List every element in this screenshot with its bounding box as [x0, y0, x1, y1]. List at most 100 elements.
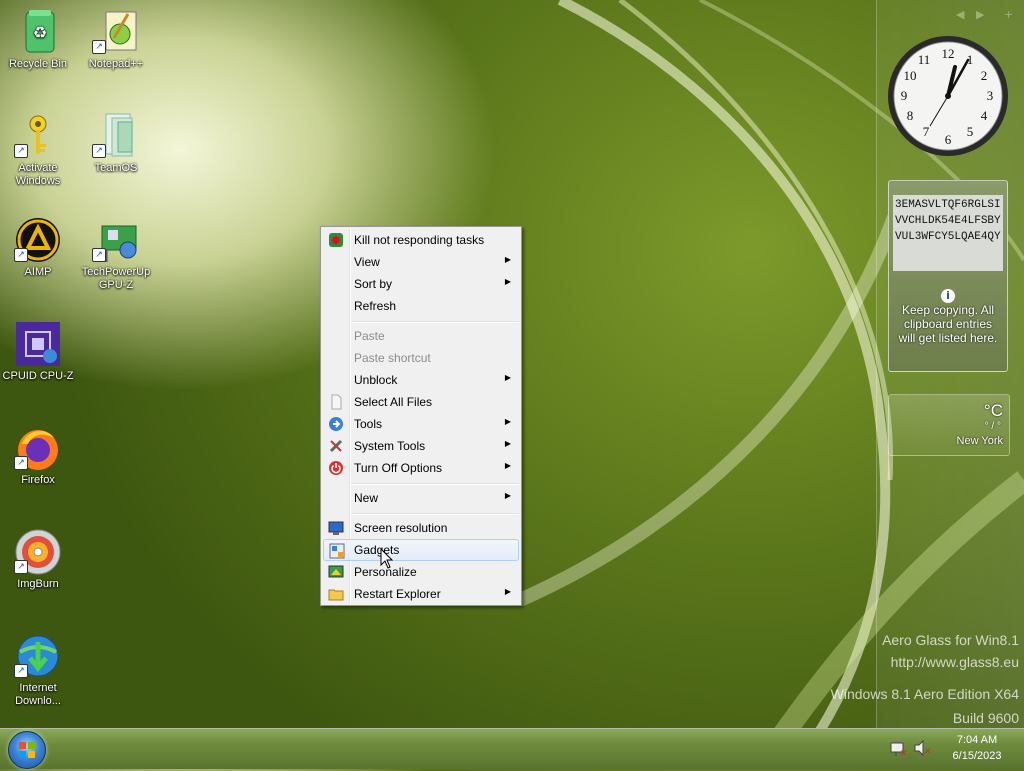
clock-time: 7:04 AM [956, 734, 998, 746]
taskbar [0, 728, 1024, 769]
desktop-icon-internet-download-manager[interactable]: ↗ Internet Downlo... [0, 632, 76, 708]
info-icon: i [941, 289, 955, 303]
submenu-arrow-icon: ▶ [504, 587, 511, 596]
desktop-icon-label: TechPowerUp GPU-Z [81, 266, 151, 291]
teamos-icon: ↗ [92, 112, 140, 160]
firefox-icon: ↗ [14, 424, 62, 472]
submenu-arrow-icon: ▶ [504, 277, 511, 286]
clock-gadget[interactable]: 12 1 2 345 678 9 10 11 [886, 34, 1010, 158]
svg-text:✕: ✕ [924, 746, 932, 756]
shortcut-arrow-icon: ↗ [14, 560, 28, 574]
desktop-icon-firefox[interactable]: ↗ Firefox [0, 424, 76, 487]
mouse-cursor-icon [380, 548, 394, 569]
personalize-icon [328, 564, 344, 580]
imgburn-icon: ↗ [14, 528, 62, 576]
tools-arrow-icon [328, 416, 344, 432]
shortcut-arrow-icon: ↗ [14, 248, 28, 262]
kill-task-icon [328, 232, 344, 248]
menu-item-paste-shortcut: Paste shortcut [354, 351, 431, 365]
sidebar-add-gadget-button[interactable]: + [1004, 8, 1013, 21]
desktop-icon-label: Recycle Bin [8, 58, 68, 70]
menu-item-unblock[interactable]: Unblock ▶ [323, 369, 519, 391]
svg-text:3: 3 [987, 88, 994, 103]
menu-item-view[interactable]: View ▶ [323, 251, 519, 273]
svg-text:✕: ✕ [900, 748, 908, 758]
clipboard-gadget[interactable]: 3EMASVLTQF6RGLSIVVCHLDK54E4LFSBYVUL3WFCY… [888, 180, 1008, 372]
volume-muted-icon[interactable]: ✕ [912, 728, 932, 768]
menu-item-turn-off-options[interactable]: Turn Off Options ▶ [323, 457, 519, 479]
folder-icon [328, 586, 344, 602]
taskbar-clock[interactable]: 7:04 AM 6/15/2023 [944, 728, 1010, 768]
watermark-line-2: http://www.glass8.eu [890, 654, 1019, 670]
menu-separator [351, 513, 519, 515]
menu-item-gadgets[interactable]: Gadgets [323, 539, 519, 561]
desktop-icon-cpu-z[interactable]: CPUID CPU-Z [0, 320, 76, 383]
aimp-icon: ↗ [14, 216, 62, 264]
internet-download-manager-icon: ↗ [14, 632, 62, 680]
desktop-context-menu: Kill not responding tasks View ▶ Sort by… [320, 226, 522, 606]
svg-text:8: 8 [907, 108, 914, 123]
network-icon[interactable]: ✕ [888, 728, 908, 768]
gadgets-icon [329, 543, 345, 559]
file-icon [328, 394, 344, 410]
weather-gadget[interactable]: °C ° / ° New York [888, 394, 1010, 456]
watermark-line-1: Aero Glass for Win8.1 [882, 632, 1019, 648]
menu-item-personalize[interactable]: Personalize [323, 561, 519, 583]
desktop-icon-label: CPUID CPU-Z [2, 370, 74, 382]
menu-item-system-tools[interactable]: System Tools ▶ [323, 435, 519, 457]
start-button[interactable] [8, 731, 46, 769]
shortcut-arrow-icon: ↗ [14, 456, 28, 470]
menu-item-select-all-files[interactable]: Select All Files [323, 391, 519, 413]
menu-item-new[interactable]: New ▶ [323, 487, 519, 509]
submenu-arrow-icon: ▶ [504, 417, 511, 426]
desktop-icon-label: ImgBurn [17, 578, 59, 590]
recycle-bin-icon: ♻ [14, 8, 62, 56]
cpu-z-icon [14, 320, 62, 368]
desktop-icon-recycle-bin[interactable]: ♻ Recycle Bin [0, 8, 76, 71]
desktop-icon-gpu-z[interactable]: ↗ TechPowerUp GPU-Z [78, 216, 154, 292]
desktop-icon-imgburn[interactable]: ↗ ImgBurn [0, 528, 76, 591]
svg-text:4: 4 [981, 108, 988, 123]
shortcut-arrow-icon: ↗ [14, 664, 28, 678]
svg-text:6: 6 [945, 132, 952, 147]
svg-text:11: 11 [918, 52, 931, 67]
watermark-line-4: Build 9600 [952, 710, 1019, 726]
svg-text:12: 12 [942, 46, 955, 61]
sidebar-next-button[interactable]: ▶ [976, 8, 984, 21]
desktop-icon-label: AIMP [24, 266, 52, 278]
menu-item-restart-explorer[interactable]: Restart Explorer ▶ [323, 583, 519, 605]
weather-unit: °C [983, 401, 1003, 420]
menu-item-sort-by[interactable]: Sort by ▶ [323, 273, 519, 295]
weather-city: New York [956, 435, 1003, 447]
desktop-icon-activate-windows[interactable]: ↗ Activate Windows [0, 112, 76, 188]
desktop-icon-label: Notepad++ [88, 58, 144, 70]
desktop-icon-aimp[interactable]: ↗ AIMP [0, 216, 76, 279]
clock-date: 6/15/2023 [952, 750, 1002, 762]
svg-text:5: 5 [967, 124, 974, 139]
menu-separator [351, 483, 519, 485]
svg-text:9: 9 [901, 88, 908, 103]
submenu-arrow-icon: ▶ [504, 373, 511, 382]
menu-item-kill-not-responding-tasks[interactable]: Kill not responding tasks [323, 229, 519, 251]
desktop-icon-label: Internet Downlo... [15, 682, 61, 707]
power-icon [328, 460, 344, 476]
monitor-icon [328, 520, 344, 536]
svg-text:7: 7 [923, 124, 930, 139]
shortcut-arrow-icon: ↗ [14, 144, 28, 158]
menu-item-screen-resolution[interactable]: Screen resolution [323, 517, 519, 539]
desktop-icon-label: Activate Windows [15, 162, 61, 187]
submenu-arrow-icon: ▶ [504, 461, 511, 470]
clipboard-content[interactable]: 3EMASVLTQF6RGLSIVVCHLDK54E4LFSBYVUL3WFCY… [893, 195, 1003, 271]
clipboard-message: Keep copying. All clipboard entries will… [898, 303, 998, 345]
menu-item-refresh[interactable]: Refresh [323, 295, 519, 317]
key-icon: ↗ [14, 112, 62, 160]
submenu-arrow-icon: ▶ [504, 491, 511, 500]
desktop-icon-notepad-plus-plus[interactable]: ↗ Notepad++ [78, 8, 154, 71]
shortcut-arrow-icon: ↗ [92, 248, 106, 262]
shortcut-arrow-icon: ↗ [92, 144, 106, 158]
menu-item-tools[interactable]: Tools ▶ [323, 413, 519, 435]
submenu-arrow-icon: ▶ [504, 439, 511, 448]
desktop-icon-teamos[interactable]: ↗ TeamOS [78, 112, 154, 175]
sidebar-prev-button[interactable]: ◀ [956, 8, 964, 21]
submenu-arrow-icon: ▶ [504, 255, 511, 264]
